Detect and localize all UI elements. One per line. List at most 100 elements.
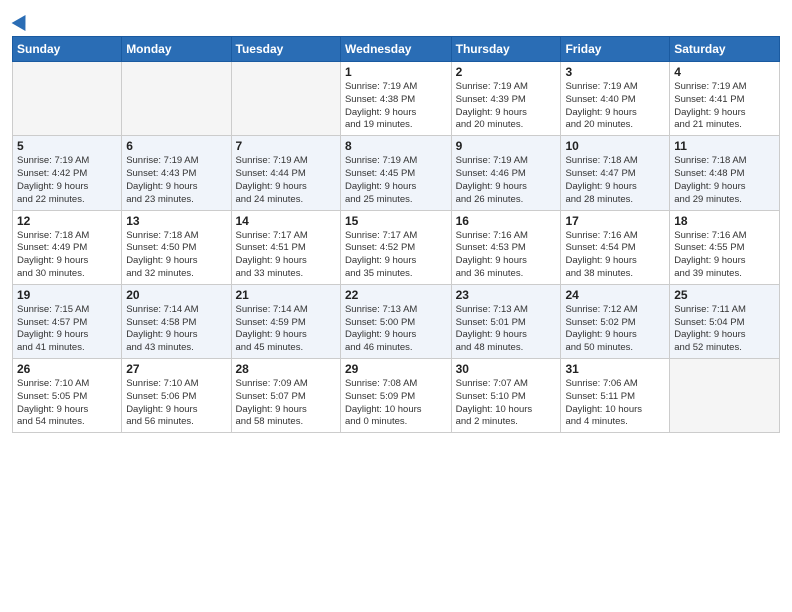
calendar-day-cell: 15 Sunrise: 7:17 AM Sunset: 4:52 PM Dayli…	[340, 210, 451, 284]
day-number: 18	[674, 214, 775, 228]
day-number: 26	[17, 362, 117, 376]
day-info: Sunrise: 7:16 AM Sunset: 4:53 PM Dayligh…	[456, 230, 557, 281]
day-info: Sunrise: 7:15 AM Sunset: 4:57 PM Dayligh…	[17, 304, 117, 355]
calendar-day-cell: 20 Sunrise: 7:14 AM Sunset: 4:58 PM Dayli…	[122, 284, 231, 358]
day-info: Sunrise: 7:12 AM Sunset: 5:02 PM Dayligh…	[565, 304, 665, 355]
day-number: 21	[236, 288, 336, 302]
calendar-day-cell: 27Sunrise: 7:10 AM Sunset: 5:06 PM Dayli…	[122, 359, 231, 433]
day-info: Sunrise: 7:14 AM Sunset: 4:58 PM Dayligh…	[126, 304, 226, 355]
calendar-day-cell	[231, 62, 340, 136]
day-info: Sunrise: 7:08 AM Sunset: 5:09 PM Dayligh…	[345, 378, 447, 429]
day-info: Sunrise: 7:16 AM Sunset: 4:55 PM Dayligh…	[674, 230, 775, 281]
day-info: Sunrise: 7:18 AM Sunset: 4:47 PM Dayligh…	[565, 155, 665, 206]
day-info: Sunrise: 7:07 AM Sunset: 5:10 PM Dayligh…	[456, 378, 557, 429]
weekday-header-monday: Monday	[122, 37, 231, 62]
day-info: Sunrise: 7:18 AM Sunset: 4:48 PM Dayligh…	[674, 155, 775, 206]
day-number: 29	[345, 362, 447, 376]
day-number: 30	[456, 362, 557, 376]
weekday-header-wednesday: Wednesday	[340, 37, 451, 62]
day-info: Sunrise: 7:14 AM Sunset: 4:59 PM Dayligh…	[236, 304, 336, 355]
day-info: Sunrise: 7:18 AM Sunset: 4:50 PM Dayligh…	[126, 230, 226, 281]
calendar-day-cell: 23 Sunrise: 7:13 AM Sunset: 5:01 PM Dayli…	[451, 284, 561, 358]
day-info: Sunrise: 7:19 AM Sunset: 4:44 PM Dayligh…	[236, 155, 336, 206]
day-info: Sunrise: 7:10 AM Sunset: 5:05 PM Dayligh…	[17, 378, 117, 429]
logo	[12, 14, 30, 30]
calendar-day-cell: 30 Sunrise: 7:07 AM Sunset: 5:10 PM Dayli…	[451, 359, 561, 433]
day-info: Sunrise: 7:13 AM Sunset: 5:01 PM Dayligh…	[456, 304, 557, 355]
day-info: Sunrise: 7:19 AM Sunset: 4:42 PM Dayligh…	[17, 155, 117, 206]
day-info: Sunrise: 7:16 AM Sunset: 4:54 PM Dayligh…	[565, 230, 665, 281]
day-number: 12	[17, 214, 117, 228]
calendar-day-cell	[670, 359, 780, 433]
calendar-day-cell	[13, 62, 122, 136]
header	[12, 10, 780, 30]
day-number: 10	[565, 139, 665, 153]
calendar-week-row: 5 Sunrise: 7:19 AM Sunset: 4:42 PM Daylig…	[13, 136, 780, 210]
day-number: 14	[236, 214, 336, 228]
calendar-day-cell: 31 Sunrise: 7:06 AM Sunset: 5:11 PM Dayli…	[561, 359, 670, 433]
calendar-day-cell: 28 Sunrise: 7:09 AM Sunset: 5:07 PM Dayli…	[231, 359, 340, 433]
day-info: Sunrise: 7:19 AM Sunset: 4:46 PM Dayligh…	[456, 155, 557, 206]
day-info: Sunrise: 7:06 AM Sunset: 5:11 PM Dayligh…	[565, 378, 665, 429]
calendar-week-row: 19 Sunrise: 7:15 AM Sunset: 4:57 PM Dayli…	[13, 284, 780, 358]
calendar-day-cell: 4 Sunrise: 7:19 AM Sunset: 4:41 PM Daylig…	[670, 62, 780, 136]
calendar-day-cell: 17 Sunrise: 7:16 AM Sunset: 4:54 PM Dayli…	[561, 210, 670, 284]
calendar-week-row: 1Sunrise: 7:19 AM Sunset: 4:38 PM Daylig…	[13, 62, 780, 136]
page: SundayMondayTuesdayWednesdayThursdayFrid…	[0, 0, 792, 612]
day-info: Sunrise: 7:11 AM Sunset: 5:04 PM Dayligh…	[674, 304, 775, 355]
day-info: Sunrise: 7:19 AM Sunset: 4:40 PM Dayligh…	[565, 81, 665, 132]
day-number: 17	[565, 214, 665, 228]
weekday-header-saturday: Saturday	[670, 37, 780, 62]
day-number: 4	[674, 65, 775, 79]
day-number: 20	[126, 288, 226, 302]
calendar-day-cell: 13 Sunrise: 7:18 AM Sunset: 4:50 PM Dayli…	[122, 210, 231, 284]
day-number: 24	[565, 288, 665, 302]
day-number: 5	[17, 139, 117, 153]
calendar-day-cell: 1Sunrise: 7:19 AM Sunset: 4:38 PM Daylig…	[340, 62, 451, 136]
day-info: Sunrise: 7:09 AM Sunset: 5:07 PM Dayligh…	[236, 378, 336, 429]
calendar-day-cell: 24 Sunrise: 7:12 AM Sunset: 5:02 PM Dayli…	[561, 284, 670, 358]
day-number: 22	[345, 288, 447, 302]
day-number: 27	[126, 362, 226, 376]
day-number: 9	[456, 139, 557, 153]
day-number: 6	[126, 139, 226, 153]
day-info: Sunrise: 7:19 AM Sunset: 4:45 PM Dayligh…	[345, 155, 447, 206]
day-number: 3	[565, 65, 665, 79]
calendar-day-cell: 21 Sunrise: 7:14 AM Sunset: 4:59 PM Dayli…	[231, 284, 340, 358]
weekday-header-sunday: Sunday	[13, 37, 122, 62]
day-info: Sunrise: 7:17 AM Sunset: 4:52 PM Dayligh…	[345, 230, 447, 281]
day-info: Sunrise: 7:13 AM Sunset: 5:00 PM Dayligh…	[345, 304, 447, 355]
calendar-day-cell: 26 Sunrise: 7:10 AM Sunset: 5:05 PM Dayli…	[13, 359, 122, 433]
calendar-day-cell: 25 Sunrise: 7:11 AM Sunset: 5:04 PM Dayli…	[670, 284, 780, 358]
day-number: 11	[674, 139, 775, 153]
calendar-day-cell	[122, 62, 231, 136]
day-number: 31	[565, 362, 665, 376]
day-number: 16	[456, 214, 557, 228]
weekday-header-row: SundayMondayTuesdayWednesdayThursdayFrid…	[13, 37, 780, 62]
calendar-table: SundayMondayTuesdayWednesdayThursdayFrid…	[12, 36, 780, 433]
day-number: 25	[674, 288, 775, 302]
calendar-day-cell: 11 Sunrise: 7:18 AM Sunset: 4:48 PM Dayli…	[670, 136, 780, 210]
day-number: 1	[345, 65, 447, 79]
calendar-day-cell: 9 Sunrise: 7:19 AM Sunset: 4:46 PM Daylig…	[451, 136, 561, 210]
day-number: 8	[345, 139, 447, 153]
day-info: Sunrise: 7:19 AM Sunset: 4:39 PM Dayligh…	[456, 81, 557, 132]
day-number: 15	[345, 214, 447, 228]
day-number: 7	[236, 139, 336, 153]
day-info: Sunrise: 7:19 AM Sunset: 4:43 PM Dayligh…	[126, 155, 226, 206]
day-number: 23	[456, 288, 557, 302]
logo-triangle-icon	[12, 11, 33, 31]
day-number: 19	[17, 288, 117, 302]
weekday-header-friday: Friday	[561, 37, 670, 62]
day-info: Sunrise: 7:17 AM Sunset: 4:51 PM Dayligh…	[236, 230, 336, 281]
calendar-week-row: 26 Sunrise: 7:10 AM Sunset: 5:05 PM Dayli…	[13, 359, 780, 433]
day-info: Sunrise: 7:19 AM Sunset: 4:41 PM Dayligh…	[674, 81, 775, 132]
calendar-week-row: 12 Sunrise: 7:18 AM Sunset: 4:49 PM Dayli…	[13, 210, 780, 284]
weekday-header-thursday: Thursday	[451, 37, 561, 62]
day-info: Sunrise: 7:18 AM Sunset: 4:49 PM Dayligh…	[17, 230, 117, 281]
day-number: 13	[126, 214, 226, 228]
calendar-day-cell: 2Sunrise: 7:19 AM Sunset: 4:39 PM Daylig…	[451, 62, 561, 136]
calendar-day-cell: 16 Sunrise: 7:16 AM Sunset: 4:53 PM Dayli…	[451, 210, 561, 284]
calendar-day-cell: 19 Sunrise: 7:15 AM Sunset: 4:57 PM Dayli…	[13, 284, 122, 358]
day-number: 28	[236, 362, 336, 376]
